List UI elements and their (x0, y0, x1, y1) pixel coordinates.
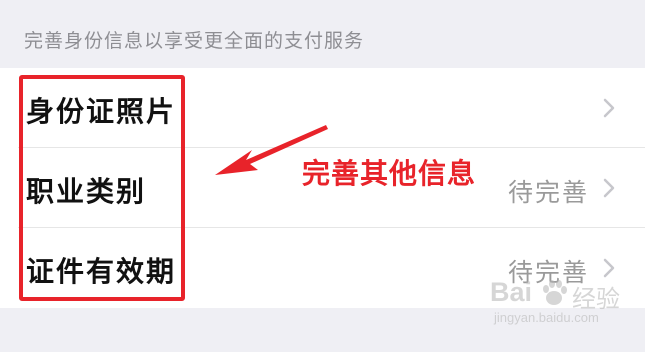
chevron-right-icon (603, 98, 615, 118)
watermark-logo-tail: 经验 (572, 285, 620, 313)
annotation-text: 完善其他信息 (302, 157, 477, 190)
baidu-paw-icon (543, 280, 567, 305)
highlight-box (19, 75, 185, 301)
baidu-jingyan-watermark: Bai 经验 jingyan.baidu.com (490, 277, 630, 337)
watermark-logo-text: Bai (490, 277, 533, 307)
chevron-right-icon (603, 178, 615, 198)
section-header-text: 完善身份信息以享受更全面的支付服务 (24, 30, 365, 52)
watermark-url: jingyan.baidu.com (494, 310, 599, 325)
row-value: 待完善 (507, 178, 589, 207)
section-header: 完善身份信息以享受更全面的支付服务 (0, 0, 645, 68)
